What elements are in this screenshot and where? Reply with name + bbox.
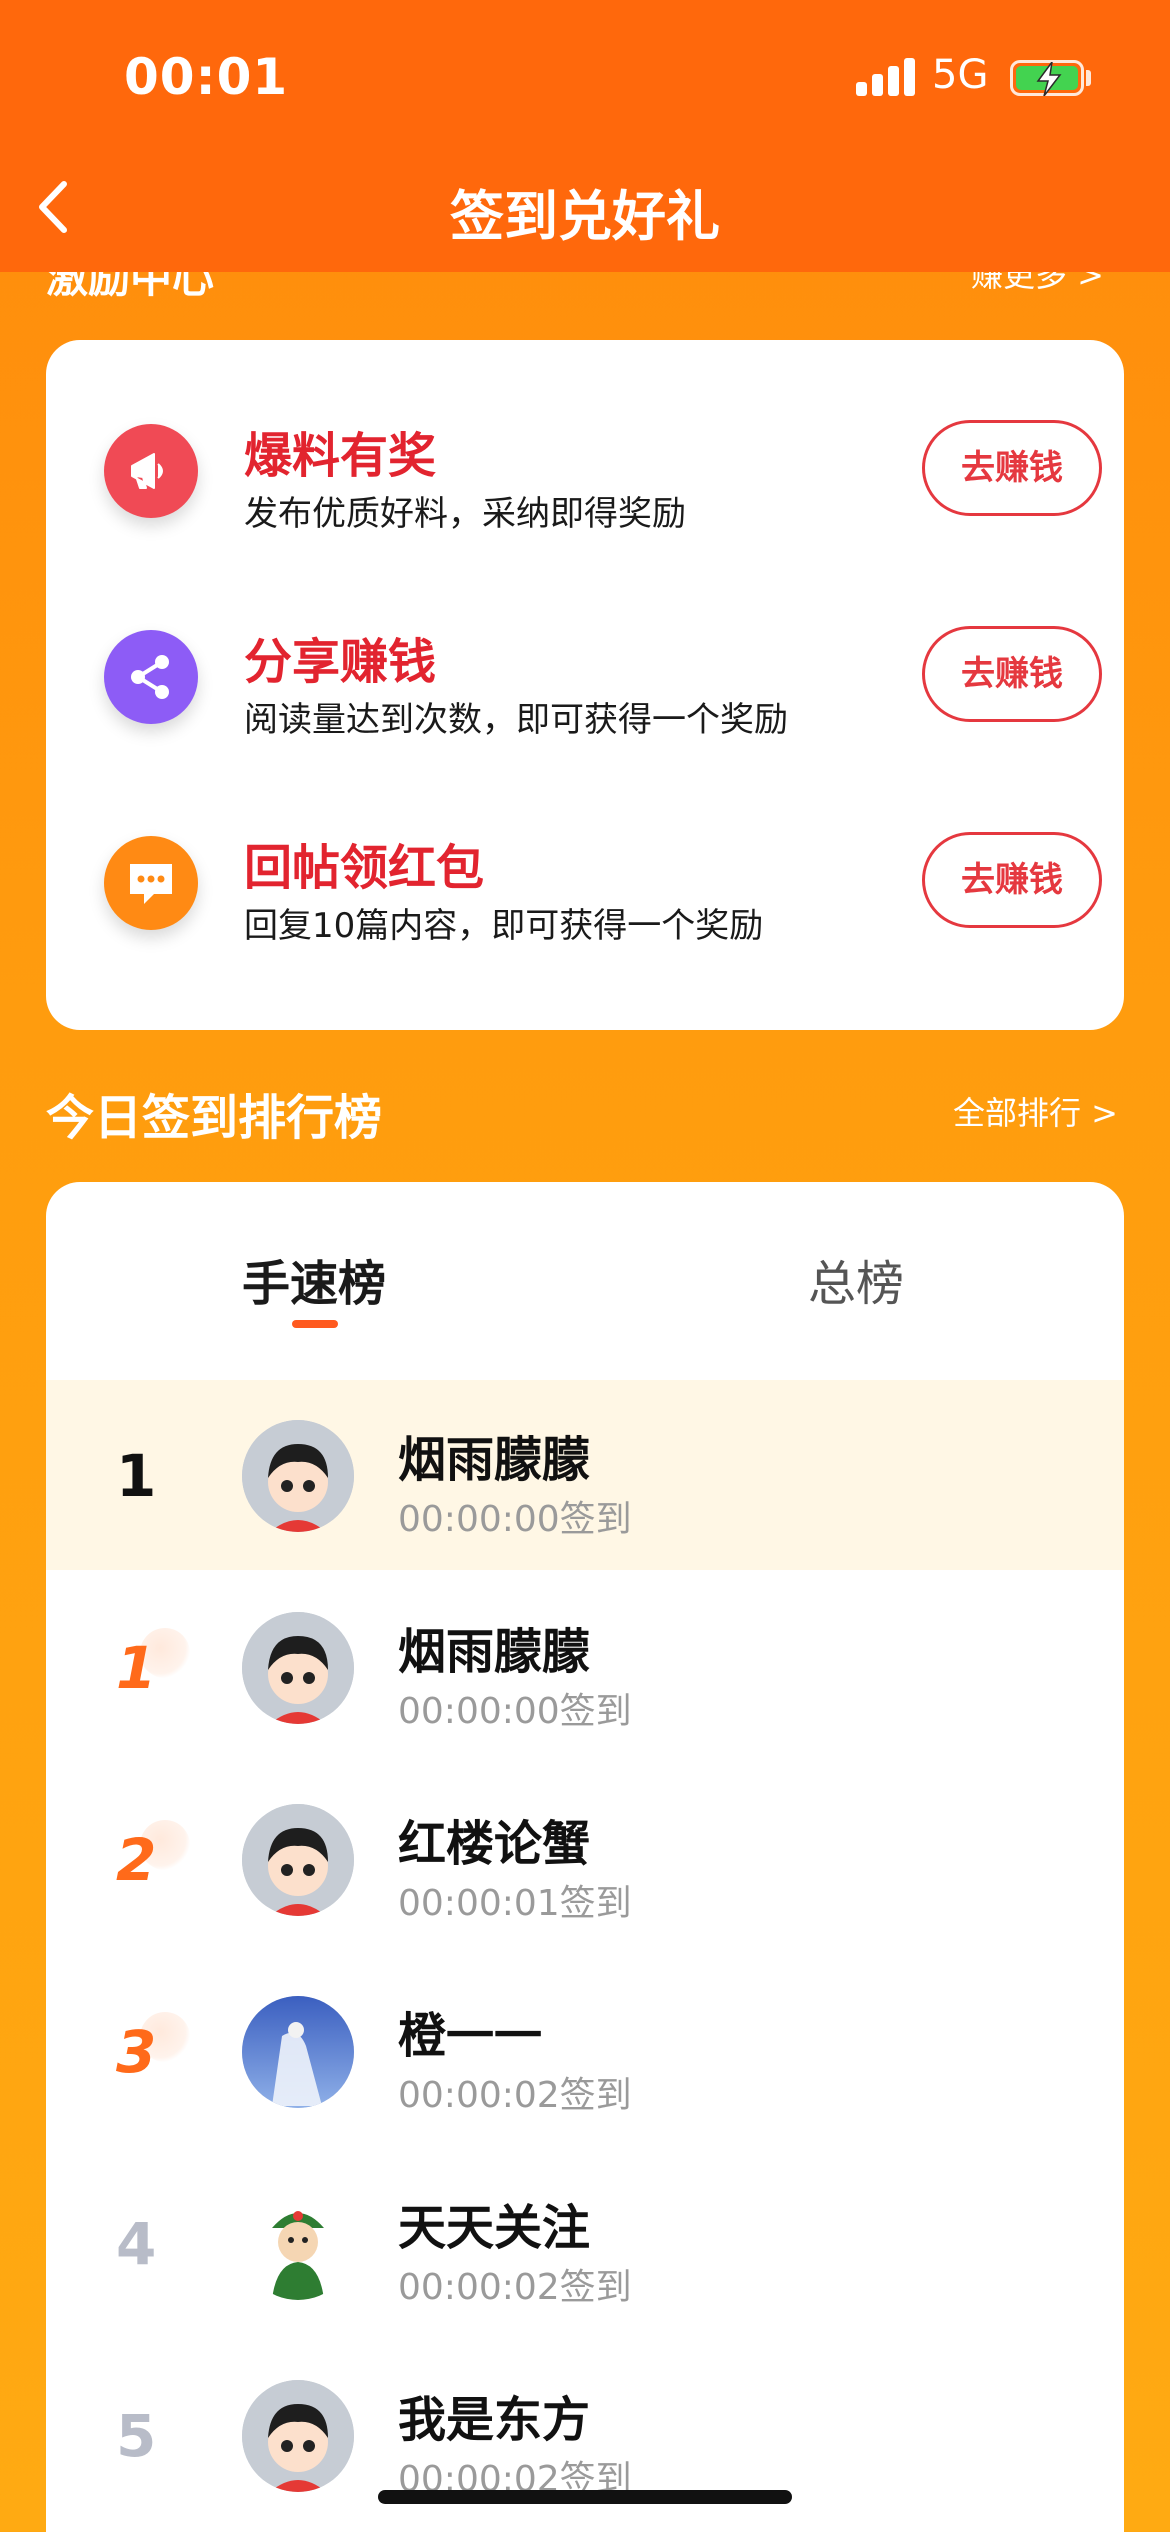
checkin-time: 00:00:02签到 [398,2075,632,2116]
chat-icon [104,836,198,930]
task-desc: 阅读量达到次数，即可获得一个奖励 [244,700,788,740]
user-name: 我是东方 [398,2392,591,2448]
battery-icon [1010,60,1084,96]
user-name: 红楼论蟹 [398,1816,591,1872]
task-title: 回帖领红包 [244,840,485,896]
checkin-time: 00:00:02签到 [398,2267,632,2308]
avatar [242,1612,354,1724]
rank-number: 3 [116,2018,157,2086]
my-rank-row[interactable]: 1 烟雨朦朦 00:00:00签到 [46,1380,1124,1570]
home-indicator[interactable] [378,2490,792,2504]
rank-number: 4 [116,2210,157,2278]
earn-button[interactable]: 去赚钱 [922,626,1102,722]
all-ranking-link[interactable]: 全部排行 > [953,1088,1118,1134]
rank-number: 1 [116,1442,157,1510]
avatar [242,1996,354,2108]
checkin-time: 00:00:00签到 [398,1499,632,1540]
rank-row[interactable]: 2 红楼论蟹 00:00:01签到 [46,1764,1124,1954]
avatar [242,2188,354,2300]
rank-row[interactable]: 4 天天关注 00:00:02签到 [46,2148,1124,2338]
page-title: 签到兑好礼 [450,185,720,248]
tab-speed[interactable]: 手速榜 [242,1244,386,1314]
user-name: 橙一一 [398,2008,543,2064]
signal-icon [856,58,916,96]
rank-row[interactable]: 1 烟雨朦朦 00:00:00签到 [46,1572,1124,1762]
tab-total[interactable]: 总榜 [808,1244,904,1314]
avatar [242,1804,354,1916]
ranking-title: 今日签到排行榜 [46,1090,383,1146]
rank-number: 5 [116,2402,157,2470]
rank-number: 2 [116,1826,157,1894]
checkin-time: 00:00:00签到 [398,1691,632,1732]
rank-number: 1 [116,1634,157,1702]
megaphone-icon [104,424,198,518]
task-title: 分享赚钱 [244,634,437,690]
task-desc: 回复10篇内容，即可获得一个奖励 [244,906,764,946]
earn-button[interactable]: 去赚钱 [922,420,1102,516]
task-card: 爆料有奖 发布优质好料，采纳即得奖励 去赚钱 分享赚钱 阅读量达到次数，即可获得… [46,340,1124,1030]
avatar [242,1420,354,1532]
user-name: 天天关注 [398,2200,591,2256]
task-item: 爆料有奖 发布优质好料，采纳即得奖励 去赚钱 [46,400,1124,540]
task-item: 回帖领红包 回复10篇内容，即可获得一个奖励 去赚钱 [46,812,1124,952]
ranking-card: 手速榜 总榜 1 烟雨朦朦 00:00:00签到 1 烟雨朦朦 00:00:00… [46,1182,1124,2532]
avatar [242,2380,354,2492]
network-type: 5G [932,52,989,98]
status-time: 00:01 [124,48,289,106]
active-tab-indicator [292,1320,338,1328]
rank-row[interactable]: 3 橙一一 00:00:02签到 [46,1956,1124,2146]
earn-button[interactable]: 去赚钱 [922,832,1102,928]
top-bar: 00:01 5G 签到兑好礼 [0,0,1170,272]
share-icon [104,630,198,724]
checkin-time: 00:00:01签到 [398,1883,632,1924]
task-title: 爆料有奖 [244,428,437,484]
task-desc: 发布优质好料，采纳即得奖励 [244,494,686,534]
task-item: 分享赚钱 阅读量达到次数，即可获得一个奖励 去赚钱 [46,606,1124,746]
battery-cap [1086,70,1091,86]
user-name: 烟雨朦朦 [398,1624,591,1680]
user-name: 烟雨朦朦 [398,1432,591,1488]
